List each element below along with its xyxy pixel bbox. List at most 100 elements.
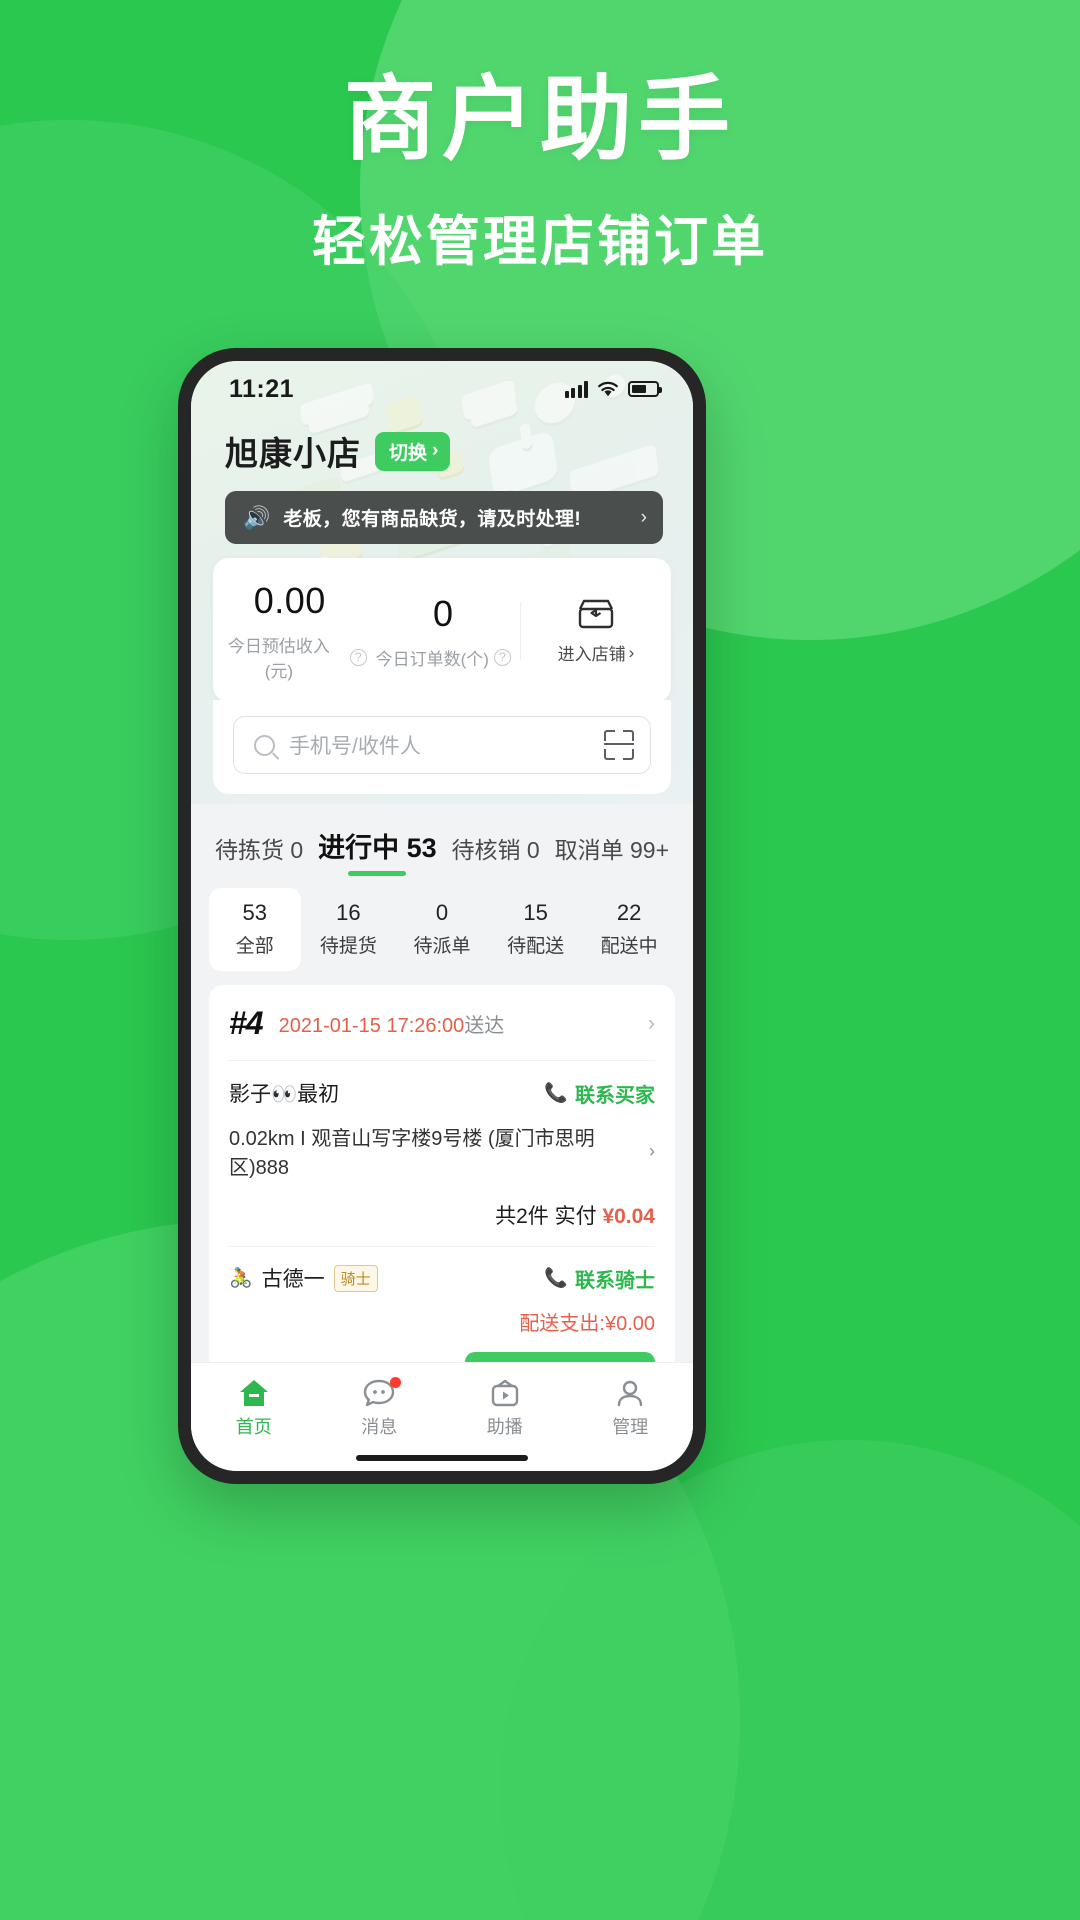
order-address-row[interactable]: 0.02km I 观音山写字楼9号楼 (厦门市思明区)888 › [229, 1108, 655, 1180]
status-icons [564, 380, 662, 398]
confirm-delivered-button[interactable]: 门店确认送达 [465, 1352, 655, 1362]
enter-shop-label: 进入店铺 [557, 645, 626, 664]
order-rider-row: 🚴 古德一 骑士 📞 联系骑士 [229, 1247, 655, 1293]
switch-store-button[interactable]: 切换 › [375, 431, 451, 471]
subtab-count: 16 [336, 900, 361, 925]
chevron-right-icon: › [640, 506, 647, 528]
promo-title: 商户助手 [343, 69, 736, 171]
switch-store-label: 切换 [389, 442, 428, 464]
subtab-label: 全部 [235, 936, 274, 957]
nav-item-live[interactable]: 助播 [442, 1375, 568, 1439]
scan-code-icon[interactable] [604, 730, 634, 760]
contact-rider-label: 联系骑士 [575, 1269, 655, 1292]
order-time-suffix: 送达 [464, 1015, 505, 1037]
phone-icon: 📞 [544, 1268, 568, 1289]
order-actions: 门店确认送达 [229, 1336, 655, 1362]
phone-mockup: 11:21 旭康小店 切换 › 🔊 老板，您有商品缺货，请及时处理! › 0.0… [178, 348, 706, 1484]
subtab-count: 15 [523, 900, 548, 925]
notice-banner[interactable]: 🔊 老板，您有商品缺货，请及时处理! › [225, 491, 663, 544]
promo-text-block: 商户助手 轻松管理店铺订单 [0, 69, 1080, 276]
rider-avatar-icon: 🚴 [229, 1268, 253, 1289]
status-bar: 11:21 [191, 361, 693, 417]
search-placeholder: 手机号/收件人 [289, 735, 421, 758]
notice-text: 老板，您有商品缺货，请及时处理! [283, 509, 582, 530]
phone-icon: 📞 [544, 1083, 568, 1104]
subtab-count: 0 [435, 900, 449, 925]
order-card[interactable]: #4 2021-01-15 17:26:00送达 › 影子👀最初 📞 联系买家 … [209, 985, 675, 1362]
order-total-row: 共2件 实付 ¥0.04 [229, 1180, 655, 1247]
contact-buyer-label: 联系买家 [575, 1084, 655, 1107]
delivery-fee: 配送支出:¥0.00 [519, 1313, 655, 1335]
orders-label-row: 今日订单数(个) ? [367, 645, 521, 670]
tab-pending-verify[interactable]: 待核销 0 [452, 831, 540, 878]
nav-item-home[interactable]: 首页 [191, 1375, 317, 1439]
bottom-nav: 首页 消息 助播 管理 [191, 1362, 693, 1445]
status-time: 11:21 [229, 374, 295, 403]
subtab-label: 待配送 [507, 936, 565, 957]
tab-pending-pick[interactable]: 待拣货 0 [215, 831, 303, 878]
subtab-label: 待提货 [319, 936, 377, 957]
order-header[interactable]: #4 2021-01-15 17:26:00送达 › [229, 985, 655, 1061]
subtab-count: 22 [616, 900, 642, 925]
store-header-row: 旭康小店 切换 › [191, 417, 693, 475]
order-time: 2021-01-15 17:26:00送达 [279, 1009, 632, 1038]
home-icon [191, 1375, 317, 1411]
chevron-right-icon: › [628, 642, 635, 662]
contact-buyer-button[interactable]: 📞 联系买家 [544, 1079, 655, 1108]
message-icon [317, 1375, 443, 1411]
search-input[interactable]: 手机号/收件人 [233, 716, 651, 774]
rider-info: 🚴 古德一 骑士 [229, 1263, 544, 1293]
nav-item-messages[interactable]: 消息 [317, 1375, 443, 1439]
tab-cancelled[interactable]: 取消单 99+ [555, 831, 669, 878]
subtab-await-pickup[interactable]: 16 待提货 [303, 888, 395, 971]
orders-value: 0 [432, 592, 454, 634]
subtab-count: 53 [242, 900, 268, 925]
live-icon [442, 1375, 568, 1411]
person-icon [568, 1375, 694, 1411]
stat-income[interactable]: 0.00 今日预估收入 (元) ? [213, 580, 367, 682]
order-total-price: ¥0.04 [602, 1205, 655, 1228]
enter-shop-button[interactable]: 进入店铺 › [521, 597, 671, 665]
order-status-tabs: 待拣货 0 进行中 53 待核销 0 取消单 99+ [191, 804, 693, 878]
order-time-value: 2021-01-15 17:26:00 [278, 1015, 465, 1037]
order-list-area[interactable]: 待拣货 0 进行中 53 待核销 0 取消单 99+ 53 全部 16 待提货 … [191, 804, 693, 1362]
order-total-label: 共2件 实付 [495, 1205, 597, 1228]
chevron-right-icon: › [432, 440, 439, 461]
nav-label-messages: 消息 [361, 1417, 398, 1437]
rider-name: 古德一 [261, 1268, 325, 1291]
chevron-right-icon[interactable]: › [648, 1012, 655, 1036]
stats-card: 0.00 今日预估收入 (元) ? 0 今日订单数(个) ? 进入店铺 › [213, 558, 671, 702]
nav-label-live: 助播 [486, 1417, 523, 1437]
signal-bars-icon [564, 380, 588, 398]
subtab-label: 配送中 [600, 936, 658, 957]
subtab-await-delivery[interactable]: 15 待配送 [490, 888, 582, 971]
home-indicator [191, 1445, 693, 1471]
order-buyer-row: 影子👀最初 📞 联系买家 [229, 1061, 655, 1108]
tab-in-progress[interactable]: 进行中 53 [318, 826, 437, 878]
chevron-right-icon: › [649, 1140, 655, 1161]
store-name: 旭康小店 [225, 435, 361, 472]
wifi-icon [598, 381, 618, 396]
nav-label-manage: 管理 [612, 1417, 649, 1437]
subtab-label: 待派单 [413, 936, 471, 957]
income-label-row: 今日预估收入 (元) ? [213, 632, 367, 682]
app-header: 11:21 旭康小店 切换 › 🔊 老板，您有商品缺货，请及时处理! › 0.0… [191, 361, 693, 804]
order-filter-chips: 53 全部 16 待提货 0 待派单 15 待配送 22 配送中 [191, 878, 693, 971]
income-label: 今日预估收入 (元) [227, 637, 330, 681]
subtab-delivering[interactable]: 22 配送中 [583, 888, 675, 971]
subtab-all[interactable]: 53 全部 [209, 888, 301, 971]
megaphone-icon: 🔊 [243, 504, 271, 530]
income-value: 0.00 [253, 580, 326, 621]
phone-screen: 11:21 旭康小店 切换 › 🔊 老板，您有商品缺货，请及时处理! › 0.0… [191, 361, 693, 1471]
nav-item-manage[interactable]: 管理 [568, 1375, 694, 1439]
help-icon[interactable]: ? [493, 648, 511, 666]
nav-label-home: 首页 [235, 1417, 272, 1437]
promo-subtitle: 轻松管理店铺订单 [312, 212, 768, 273]
contact-rider-button[interactable]: 📞 联系骑士 [544, 1264, 655, 1293]
order-number: #4 [229, 1005, 264, 1041]
subtab-await-dispatch[interactable]: 0 待派单 [396, 888, 488, 971]
stat-orders[interactable]: 0 今日订单数(个) ? [367, 593, 521, 670]
help-icon[interactable]: ? [349, 648, 367, 666]
search-icon [254, 734, 275, 756]
orders-label: 今日订单数(个) [375, 649, 489, 669]
